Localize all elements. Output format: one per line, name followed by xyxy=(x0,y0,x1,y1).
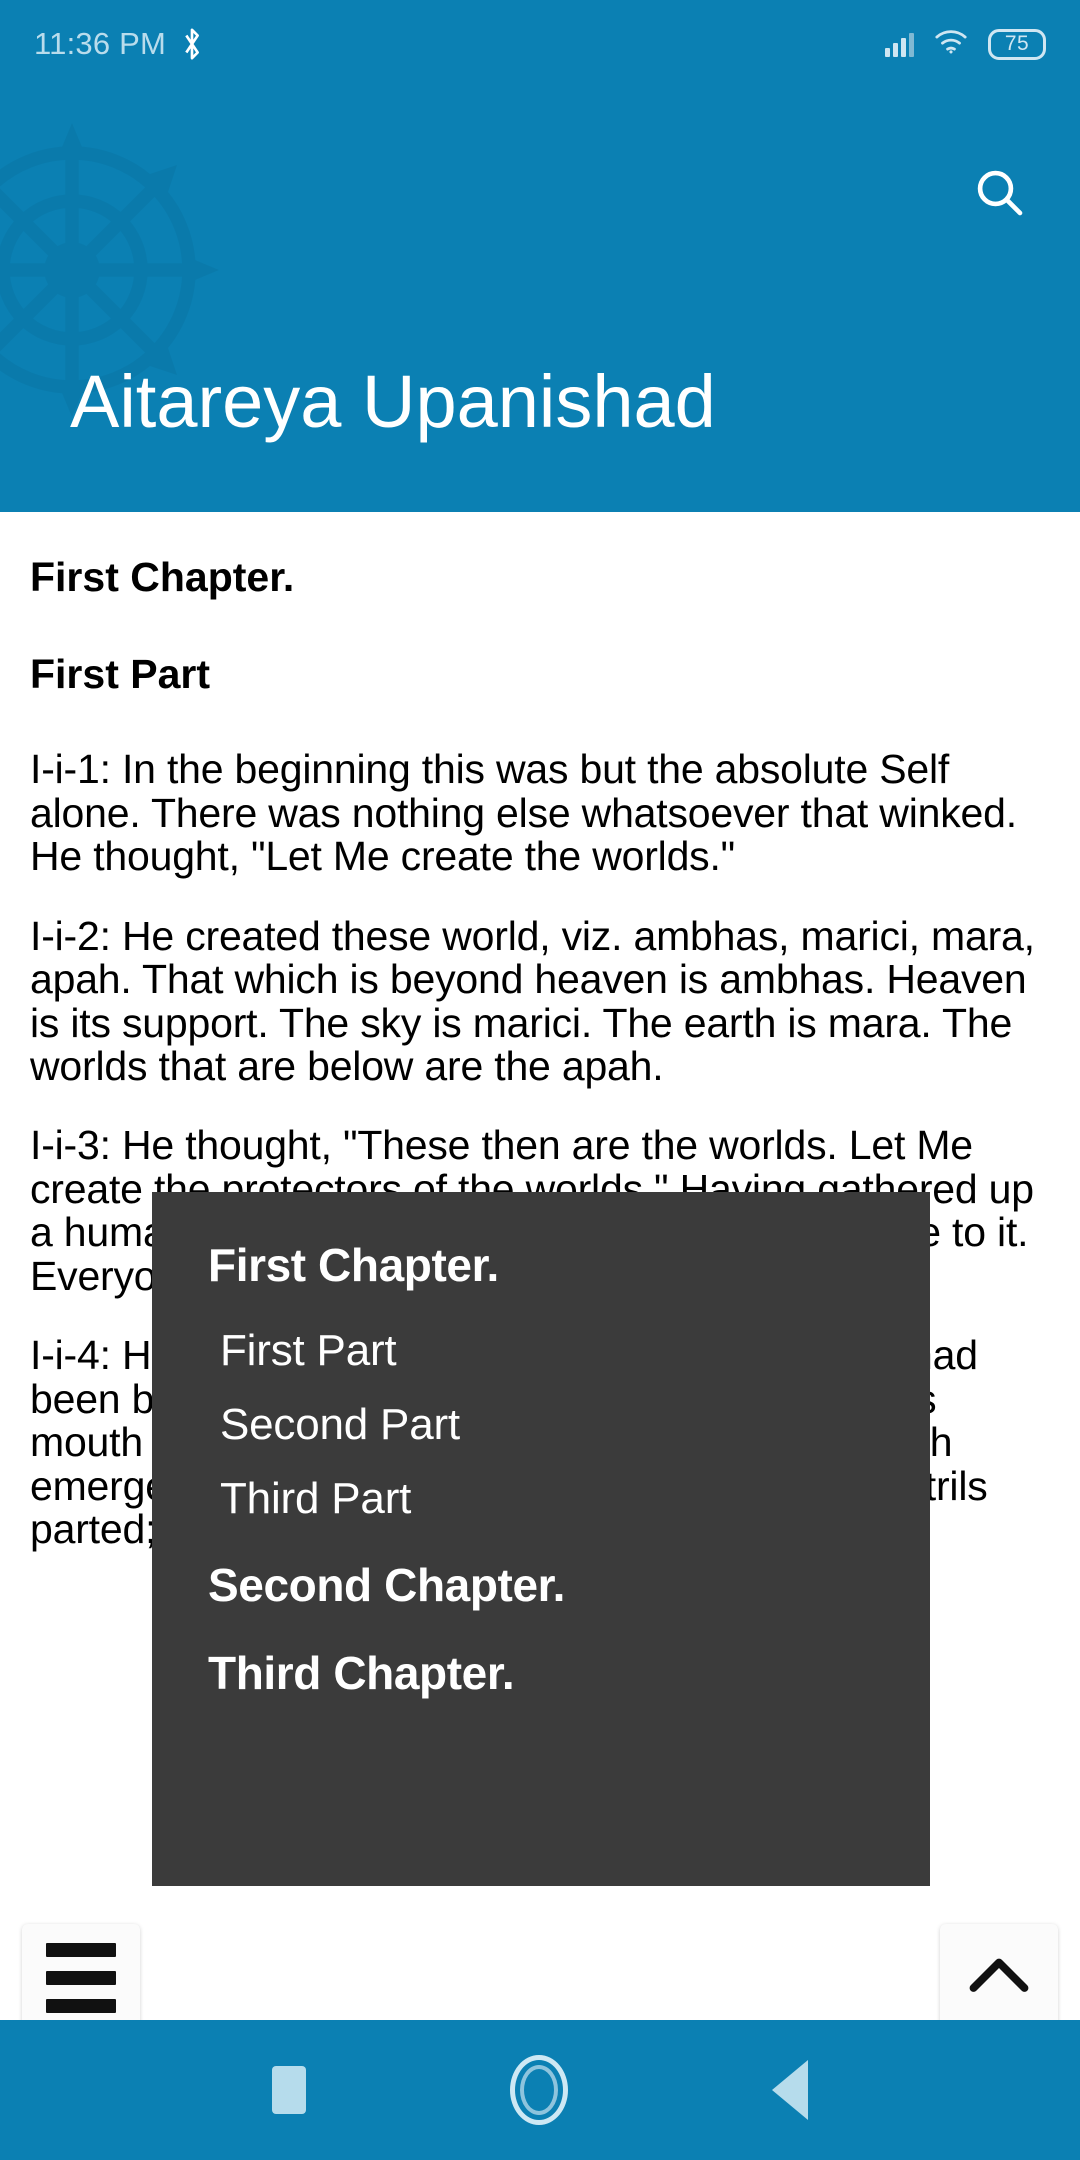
bluetooth-icon xyxy=(180,27,204,61)
verse-paragraph: I-i-1: In the beginning this was but the… xyxy=(30,746,1017,880)
toc-item-first-chapter[interactable]: First Chapter. xyxy=(152,1238,930,1292)
toc-item-second-part[interactable]: Second Part xyxy=(152,1400,930,1450)
page-title: Aitareya Upanishad xyxy=(70,360,716,443)
content-chapter-heading: First Chapter. xyxy=(30,554,295,600)
content-part-heading: First Part xyxy=(30,651,210,698)
status-bar: 11:36 PM 75 xyxy=(0,0,1080,88)
toc-item-third-chapter[interactable]: Third Chapter. xyxy=(152,1646,930,1700)
battery-indicator: 75 xyxy=(988,28,1046,60)
phone-screen: Aitareya Upanishad 11:36 PM 75 First Cha… xyxy=(0,0,1080,2160)
hamburger-menu-icon xyxy=(46,1943,116,2013)
status-clock: 11:36 PM xyxy=(34,26,166,61)
scroll-to-top-button[interactable] xyxy=(940,1924,1058,2032)
toc-item-first-part[interactable]: First Part xyxy=(152,1326,930,1376)
android-nav-bar xyxy=(0,2020,1080,2160)
search-button[interactable] xyxy=(960,155,1038,233)
recents-square-icon[interactable] xyxy=(272,2066,306,2114)
verse-paragraph: I-i-2: He created these world, viz. ambh… xyxy=(30,912,1035,1089)
toc-item-third-part[interactable]: Third Part xyxy=(152,1474,930,1524)
chevron-up-icon xyxy=(963,1948,1035,2009)
status-bar-left: 11:36 PM xyxy=(34,26,204,62)
status-bar-right: 75 xyxy=(885,28,1046,60)
wifi-icon xyxy=(934,29,968,60)
toc-item-second-chapter[interactable]: Second Chapter. xyxy=(152,1558,930,1612)
toc-dropdown-panel[interactable]: First Chapter. First Part Second Part Th… xyxy=(152,1192,930,1886)
home-circle-icon[interactable] xyxy=(510,2055,568,2125)
back-triangle-icon[interactable] xyxy=(772,2060,808,2120)
menu-button[interactable] xyxy=(22,1924,140,2032)
cellular-signal-icon xyxy=(885,31,914,57)
search-icon xyxy=(971,164,1027,225)
